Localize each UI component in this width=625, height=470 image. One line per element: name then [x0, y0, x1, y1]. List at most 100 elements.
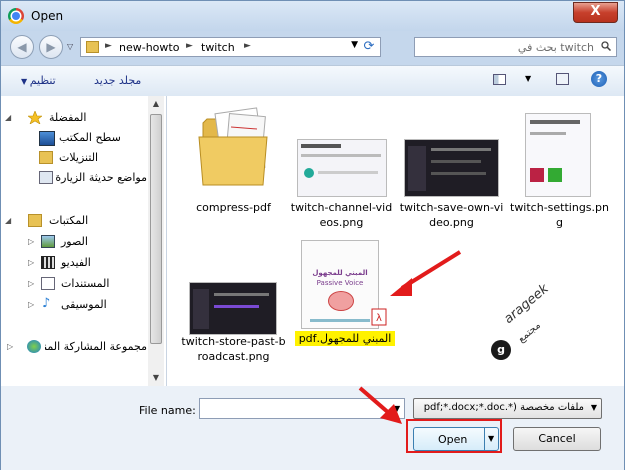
- refresh-icon[interactable]: ⟳: [360, 38, 378, 56]
- homegroup-icon: [27, 340, 41, 353]
- address-dropdown-chevron-icon[interactable]: ▼: [351, 40, 358, 50]
- sidebar-item-label: الفيديو: [61, 256, 91, 269]
- chevron-down-icon: ▼: [590, 403, 597, 412]
- sidebar-item-downloads[interactable]: التنزيلات: [1, 149, 161, 167]
- pdf-file-icon: λ: [371, 308, 387, 326]
- organize-button[interactable]: ▼ تنظيم: [21, 74, 56, 87]
- videos-icon: [41, 256, 55, 269]
- folder-icon: [198, 107, 268, 186]
- expand-triangle-icon[interactable]: ▷: [7, 342, 13, 351]
- svg-text:λ: λ: [376, 313, 382, 324]
- pdf-cover-title: المبني للمجهول: [312, 269, 368, 277]
- sidebar-scrollbar[interactable]: ▲ ▼: [148, 96, 164, 386]
- cancel-button[interactable]: Cancel: [513, 427, 601, 451]
- pdf-cover-thumbnail: المبني للمجهول Passive Voice: [301, 240, 379, 329]
- expand-triangle-icon[interactable]: ▷: [28, 300, 34, 309]
- sidebar-item-music[interactable]: ▷ ♪ الموسيقى: [1, 296, 161, 314]
- breadcrumb-separator[interactable]: ►: [105, 41, 112, 51]
- title-bar: Open X: [1, 1, 624, 31]
- file-name: twitch-settings.png: [510, 201, 609, 229]
- sidebar-libraries-label: المكتبات: [49, 214, 89, 227]
- sidebar-item-desktop[interactable]: سطح المكتب: [1, 129, 161, 147]
- navigation-pane: ◢ المفضلة سطح المكتب التنزيلات مواضع حدي…: [1, 96, 167, 386]
- screenshot-thumbnail: [189, 282, 277, 335]
- expand-triangle-icon[interactable]: ◢: [5, 216, 11, 225]
- sidebar-item-pictures[interactable]: ▷ الصور: [1, 233, 161, 251]
- scroll-down-arrow-icon[interactable]: ▼: [148, 370, 164, 386]
- music-note-icon: ♪: [42, 296, 51, 311]
- expand-triangle-icon[interactable]: ◢: [5, 113, 11, 122]
- arageek-logo-icon: g: [491, 340, 511, 360]
- documents-icon: [41, 277, 55, 290]
- file-name: twitch-channel-videos.png: [290, 201, 393, 229]
- forward-arrow-icon[interactable]: ▶: [39, 35, 63, 59]
- address-bar[interactable]: ► new-howto ► twitch ► ▼ ⟳: [80, 37, 381, 57]
- screenshot-thumbnail: [404, 139, 499, 197]
- dialog-footer: File name: ▼ ملفات مخصصة (*.pdf;*.docx;*…: [1, 386, 624, 470]
- folder-icon: [86, 41, 99, 53]
- chrome-icon: [8, 8, 24, 24]
- scrollbar-thumb[interactable]: [150, 114, 162, 344]
- sidebar-item-label: التنزيلات: [59, 151, 99, 164]
- sidebar-favorites-label: المفضلة: [49, 111, 87, 124]
- file-name-label: File name:: [139, 404, 196, 417]
- preview-pane-icon[interactable]: [556, 73, 569, 85]
- file-type-value: ملفات مخصصة (*.pdf;*.docx;*.doc: [423, 402, 584, 413]
- recent-pages-chevron-icon[interactable]: ▽: [67, 42, 73, 51]
- red-annotation-arrow-icon: [358, 386, 402, 424]
- search-icon[interactable]: [601, 41, 611, 51]
- file-name: compress-pdf: [196, 201, 271, 214]
- file-item-twitch-settings[interactable]: twitch-settings.png: [507, 101, 612, 229]
- screenshot-thumbnail: [525, 113, 591, 197]
- hands-illustration-icon: [328, 291, 354, 311]
- sidebar-item-homegroup[interactable]: ▷ مجموعة المشاركة المنزلية: [1, 338, 161, 356]
- search-box[interactable]: twitch بحث في: [414, 37, 617, 57]
- new-folder-button[interactable]: مجلد جديد: [94, 74, 141, 87]
- breadcrumb-twitch[interactable]: twitch: [201, 41, 235, 54]
- red-annotation-arrow-icon: [390, 250, 462, 296]
- file-item-passive-voice-pdf[interactable]: المبني للمجهول Passive Voice λ المبني لل…: [293, 236, 398, 356]
- command-bar: ▼ تنظيم مجلد جديد ▼ ?: [1, 65, 624, 97]
- view-chevron-down-icon[interactable]: ▼: [525, 74, 531, 83]
- expand-triangle-icon[interactable]: ▷: [28, 258, 34, 267]
- file-item-twitch-save-own-video[interactable]: twitch-save-own-video.png: [399, 101, 504, 229]
- arageek-logo: g arageek مجتمع: [483, 281, 593, 366]
- browser-body: ◢ المفضلة سطح المكتب التنزيلات مواضع حدي…: [1, 96, 624, 386]
- sidebar-item-label: مجموعة المشاركة المنزلية: [45, 340, 147, 353]
- chevron-down-icon: ▼: [21, 77, 30, 86]
- star-icon: [28, 111, 42, 124]
- file-item-twitch-channel-videos[interactable]: twitch-channel-videos.png: [289, 101, 394, 229]
- sidebar-item-label: الموسيقى: [61, 298, 107, 311]
- file-item-compress-pdf[interactable]: compress-pdf: [181, 101, 286, 221]
- sidebar-item-recent-places[interactable]: مواضع حديثة الزيارة: [1, 169, 161, 187]
- screenshot-thumbnail: [297, 139, 387, 197]
- breadcrumb-separator[interactable]: ►: [186, 41, 193, 51]
- open-dialog: Open X ◀ ▶ ▽ ► new-howto ► twitch ► ▼ ⟳ …: [0, 0, 625, 470]
- file-type-select[interactable]: ملفات مخصصة (*.pdf;*.docx;*.doc ▼: [413, 398, 602, 419]
- sidebar-item-documents[interactable]: ▷ المستندات: [1, 275, 161, 293]
- libraries-icon: [28, 214, 42, 227]
- pdf-cover-subtitle: Passive Voice: [316, 279, 364, 287]
- sidebar-favorites-header[interactable]: ◢ المفضلة: [1, 109, 161, 127]
- sidebar-item-videos[interactable]: ▷ الفيديو: [1, 254, 161, 272]
- file-name: twitch-store-past-broadcast.png: [181, 335, 286, 363]
- desktop-icon: [39, 131, 55, 146]
- breadcrumb-separator[interactable]: ►: [244, 41, 251, 51]
- help-icon[interactable]: ?: [591, 71, 607, 87]
- breadcrumb-new-howto[interactable]: new-howto: [119, 41, 179, 54]
- change-view-icon[interactable]: [493, 74, 506, 85]
- search-input[interactable]: twitch بحث في: [518, 41, 594, 54]
- expand-triangle-icon[interactable]: ▷: [28, 237, 34, 246]
- back-arrow-icon[interactable]: ◀: [10, 35, 34, 59]
- red-highlight-box: [406, 419, 502, 453]
- file-name: twitch-save-own-video.png: [399, 201, 504, 229]
- sidebar-item-label: مواضع حديثة الزيارة: [55, 171, 147, 184]
- pictures-icon: [41, 235, 55, 248]
- expand-triangle-icon[interactable]: ▷: [28, 279, 34, 288]
- scroll-up-arrow-icon[interactable]: ▲: [148, 96, 164, 112]
- window-title: Open: [31, 9, 64, 23]
- watermark-tagline: مجتمع: [515, 319, 543, 345]
- close-button[interactable]: X: [573, 2, 618, 23]
- file-item-twitch-store-past-broadcast[interactable]: twitch-store-past-broadcast.png: [181, 244, 286, 364]
- sidebar-libraries-header[interactable]: ◢ المكتبات: [1, 212, 161, 230]
